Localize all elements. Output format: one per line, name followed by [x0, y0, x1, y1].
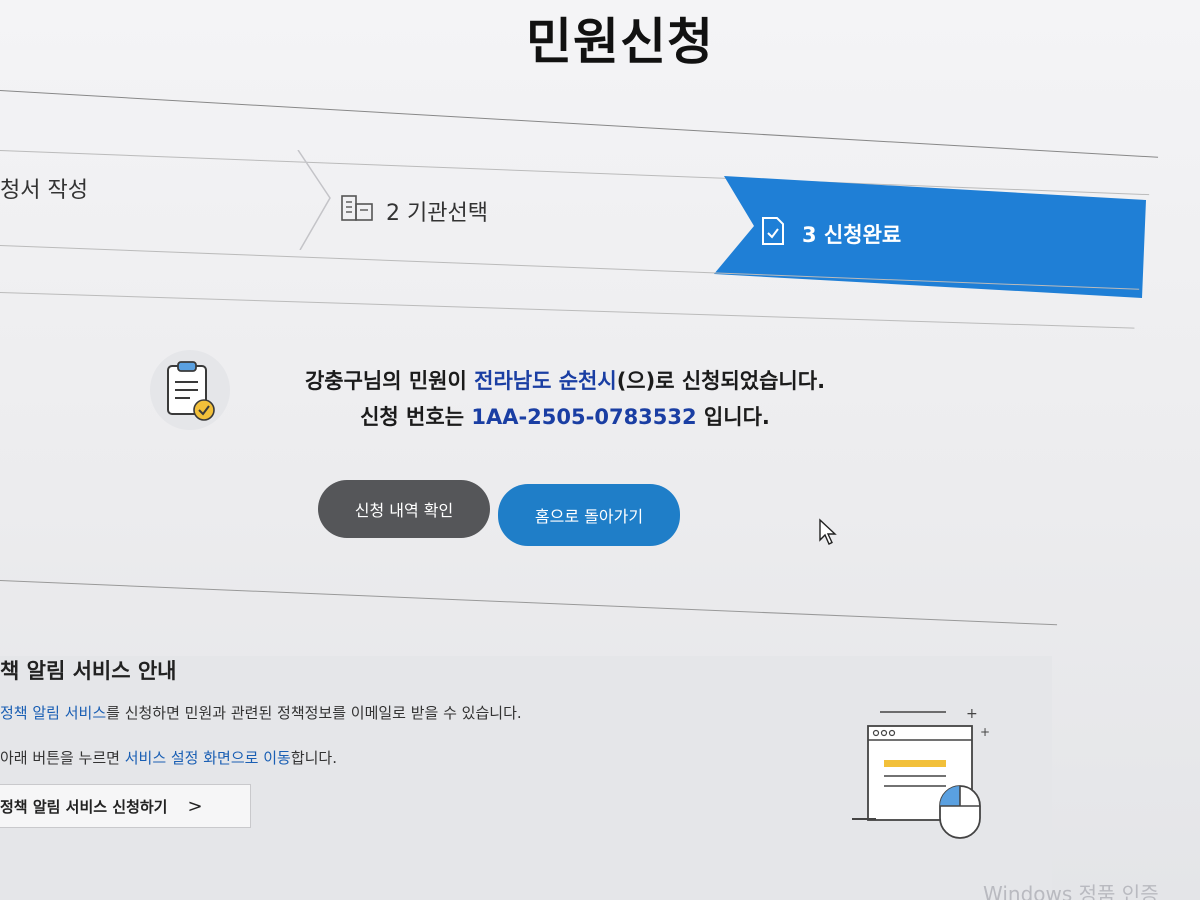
step-1-label: 청서 작성	[0, 178, 88, 203]
title-divider	[0, 90, 1159, 158]
policy-subscribe-label: 정책 알림 서비스 신청하기	[0, 797, 168, 816]
policy-service-link: 정책 알림 서비스	[0, 704, 107, 722]
policy-text: 합니다.	[290, 749, 337, 767]
policy-section-title: 책 알림 서비스 안내	[0, 659, 177, 683]
settings-move-text: 서비스 설정 화면으로 이동	[124, 749, 291, 767]
svg-text:+: +	[980, 725, 990, 739]
completion-line-2: 신청 번호는 1AA-2505-0783532 입니다.	[255, 399, 875, 435]
view-history-button[interactable]: 신청 내역 확인	[318, 480, 490, 538]
svg-text:+: +	[966, 706, 978, 722]
mouse-pointer-icon	[819, 518, 837, 545]
page: 민원신청 청서 작성 2 기관선택 3 신청완료 강충구님의 민원이 전라남도 …	[0, 0, 1200, 900]
step-3-active: 3 신청완료	[714, 176, 1146, 298]
completion-message: 강충구님의 민원이 전라남도 순천시(으)로 신청되었습니다. 신청 번호는 1…	[255, 363, 875, 435]
policy-subscribe-button[interactable]: 정책 알림 서비스 신청하기 >	[0, 784, 251, 828]
policy-text: 를 신청하면 민원과 관련된 정책정보를 이메일로 받을 수 있습니다.	[106, 704, 522, 722]
policy-description-2: 아래 버튼을 누르면 서비스 설정 화면으로 이동합니다.	[0, 747, 337, 768]
go-home-button[interactable]: 홈으로 돌아가기	[498, 484, 680, 546]
policy-description-1: 정책 알림 서비스를 신청하면 민원과 관련된 정책정보를 이메일로 받을 수 …	[0, 702, 522, 723]
step-indicator: 청서 작성 2 기관선택 3 신청완료	[0, 150, 1200, 298]
policy-text: 아래 버튼을 누르면	[0, 749, 125, 767]
chevron-right-icon: >	[187, 795, 203, 817]
browser-mouse-illustration: + +	[852, 706, 990, 839]
step-2-label: 2 기관선택	[386, 201, 488, 226]
section-divider	[0, 580, 1058, 626]
message-text: 신청 번호는	[360, 405, 472, 429]
message-text: (으)로 신청되었습니다.	[616, 369, 826, 393]
building-icon	[340, 194, 374, 228]
step-separator-arrow	[297, 150, 331, 250]
document-check-icon	[760, 216, 786, 251]
application-number: 1AA-2505-0783532	[471, 405, 697, 429]
agency-name: 전라남도 순천시	[474, 369, 617, 393]
completion-line-1: 강충구님의 민원이 전라남도 순천시(으)로 신청되었습니다.	[255, 363, 875, 399]
step-1: 청서 작성	[0, 172, 88, 204]
message-text: 강충구님의 민원이	[304, 369, 475, 393]
step-3-label: 3 신청완료	[802, 222, 902, 247]
windows-activation-watermark: Windows 정품 인증	[983, 882, 1159, 900]
message-text: 입니다.	[696, 405, 770, 429]
page-title: 민원신청	[526, 13, 714, 71]
step-2: 2 기관선택	[340, 194, 488, 228]
clipboard-check-icon	[150, 350, 230, 430]
